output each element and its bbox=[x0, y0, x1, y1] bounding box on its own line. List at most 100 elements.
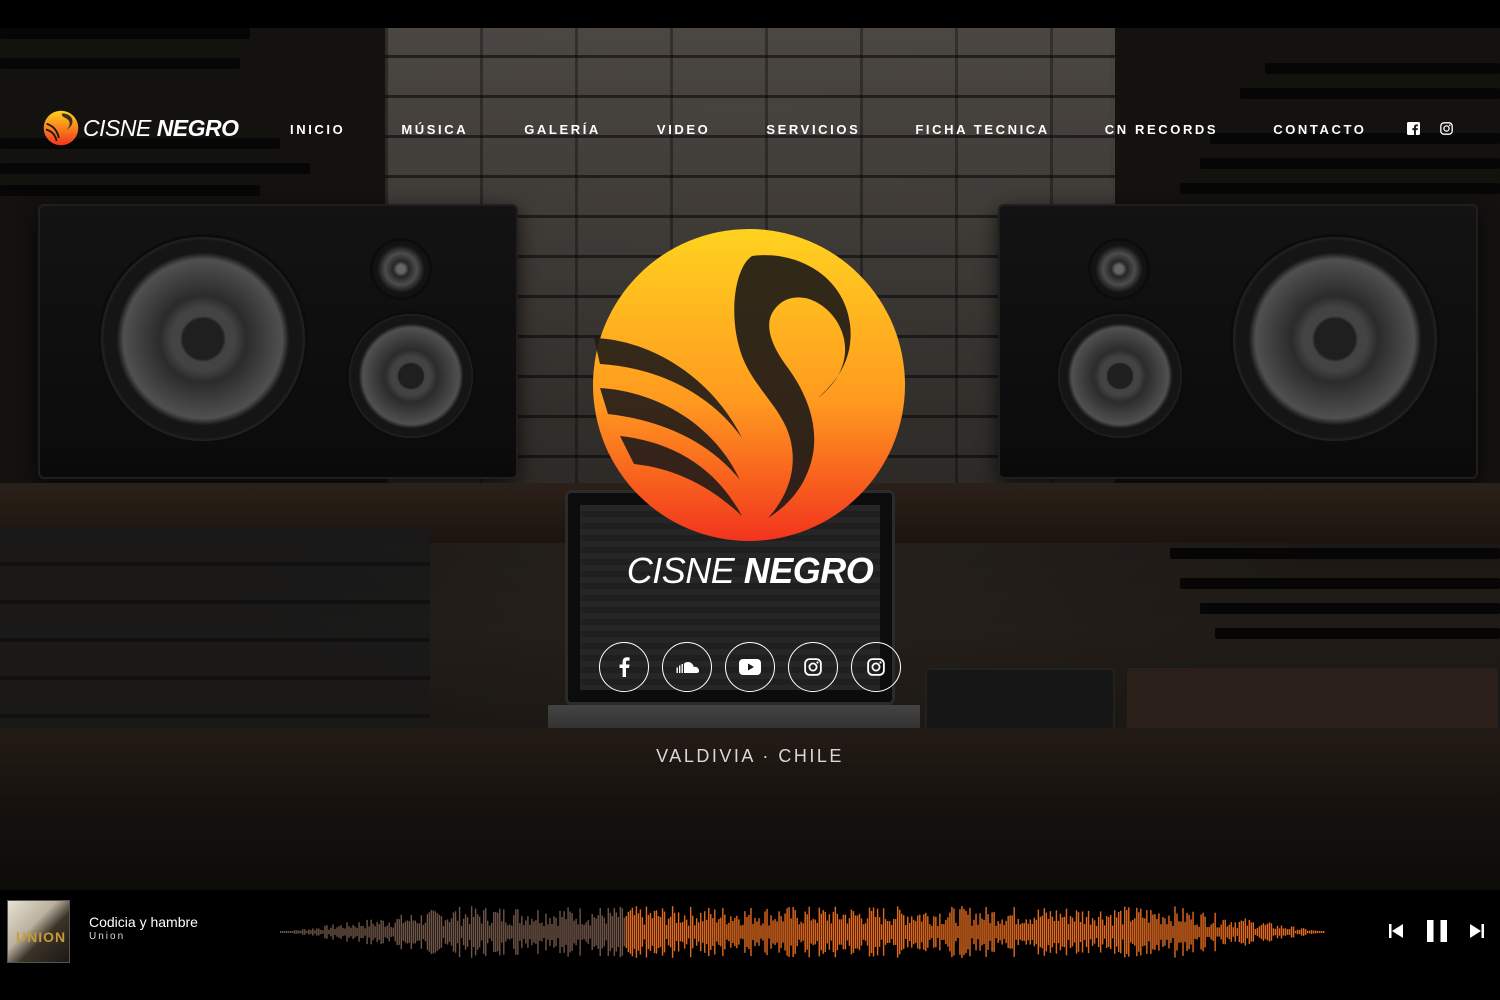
waveform-bar bbox=[645, 906, 648, 958]
waveform-bar bbox=[925, 912, 927, 952]
waveform-bar bbox=[661, 908, 664, 956]
nav-cn-records[interactable]: CN RECORDS bbox=[1105, 122, 1218, 137]
instagram-icon[interactable] bbox=[788, 642, 838, 692]
waveform-bar bbox=[434, 911, 437, 953]
waveform-bar bbox=[424, 922, 427, 942]
waveform-bar bbox=[1154, 914, 1156, 950]
waveform-bar bbox=[1103, 925, 1106, 939]
nav-contacto[interactable]: CONTACTO bbox=[1273, 122, 1366, 137]
waveform-bar bbox=[1069, 916, 1072, 948]
waveform-bar bbox=[1113, 910, 1116, 954]
waveform-bar bbox=[454, 911, 457, 953]
waveform-bar bbox=[1280, 925, 1283, 939]
waveform-bar bbox=[706, 919, 708, 945]
waveform-bar bbox=[872, 907, 875, 957]
pause-icon[interactable] bbox=[1424, 920, 1450, 942]
waveform-bar bbox=[898, 909, 901, 955]
waveform-bar bbox=[754, 917, 756, 947]
waveform-bar bbox=[1023, 923, 1025, 941]
waveform-bar bbox=[418, 923, 421, 941]
waveform-bar bbox=[561, 916, 563, 948]
waveform-bar bbox=[1005, 920, 1007, 944]
waveform-bar bbox=[442, 925, 445, 939]
waveform-bar bbox=[1071, 917, 1074, 947]
waveform-bar bbox=[904, 924, 907, 940]
previous-icon[interactable] bbox=[1387, 920, 1405, 942]
waveform-bar bbox=[949, 912, 951, 952]
waveform-bar bbox=[973, 919, 975, 945]
nav-musica[interactable]: MÚSICA bbox=[401, 122, 468, 137]
waveform-bar bbox=[921, 921, 923, 943]
waveform-bar bbox=[324, 925, 326, 939]
waveform-bar bbox=[472, 916, 475, 948]
waveform-bar bbox=[1057, 920, 1060, 944]
waveform-bar bbox=[1208, 927, 1210, 937]
waveform-bar bbox=[951, 906, 953, 958]
waveform-bar bbox=[482, 910, 485, 954]
album-art[interactable]: UNION bbox=[7, 900, 70, 963]
nav-video[interactable]: VIDEO bbox=[657, 122, 710, 137]
waveform-bar bbox=[344, 928, 346, 936]
waveform-bar bbox=[1061, 917, 1064, 947]
waveform-bar bbox=[1292, 926, 1295, 938]
waveform-bar bbox=[430, 910, 433, 954]
waveform-bar bbox=[1150, 910, 1152, 954]
waveform-bar bbox=[1126, 910, 1128, 954]
waveform-bar bbox=[547, 924, 549, 940]
waveform-bar bbox=[378, 924, 380, 940]
waveform-bar bbox=[1192, 911, 1194, 953]
next-icon[interactable] bbox=[1468, 920, 1486, 942]
instagram-icon[interactable] bbox=[1440, 122, 1453, 135]
waveform-bar bbox=[1294, 930, 1297, 934]
waveform-bar bbox=[943, 924, 945, 940]
waveform-bar bbox=[330, 927, 332, 937]
waveform-bar bbox=[571, 913, 573, 951]
waveform-bar bbox=[503, 909, 505, 955]
waveform-bar bbox=[1138, 912, 1140, 952]
waveform-bar bbox=[834, 906, 837, 958]
waveform-bar bbox=[681, 922, 684, 942]
youtube-icon[interactable] bbox=[725, 642, 775, 692]
waveform-bar bbox=[1035, 919, 1038, 945]
waveform-bar bbox=[1312, 930, 1315, 934]
waveform-bar bbox=[499, 908, 501, 956]
waveform-bar bbox=[1111, 925, 1114, 939]
waveform-bar bbox=[605, 923, 607, 941]
waveform-bar bbox=[342, 927, 344, 937]
waveform-bar bbox=[866, 918, 869, 946]
waveform-bar bbox=[850, 909, 853, 955]
waveform-seekbar[interactable] bbox=[280, 904, 1325, 960]
waveform-bar bbox=[1178, 921, 1180, 943]
waveform-bar bbox=[804, 911, 806, 953]
waveform-bar bbox=[673, 912, 676, 952]
instagram-icon[interactable] bbox=[851, 642, 901, 692]
nav-servicios[interactable]: SERVICIOS bbox=[766, 122, 860, 137]
waveform-bar bbox=[1246, 925, 1249, 939]
waveform-bar bbox=[649, 912, 652, 952]
waveform-bar bbox=[842, 914, 845, 950]
waveform-bar bbox=[416, 923, 419, 941]
waveform-bar bbox=[824, 911, 827, 953]
waveform-bar bbox=[1224, 919, 1226, 945]
waveform-bar bbox=[1244, 918, 1247, 946]
waveform-bar bbox=[971, 925, 973, 939]
nav-galeria[interactable]: GALERÍA bbox=[524, 122, 601, 137]
waveform-bar bbox=[1276, 925, 1279, 939]
waveform-bar bbox=[575, 918, 577, 946]
soundcloud-icon[interactable] bbox=[662, 642, 712, 692]
facebook-icon[interactable] bbox=[599, 642, 649, 692]
hero-social-links bbox=[599, 642, 901, 692]
waveform-bar bbox=[1136, 907, 1138, 957]
brand-logo[interactable]: CISNE NEGRO bbox=[43, 110, 239, 146]
waveform-bar bbox=[1262, 923, 1265, 941]
nav-inicio[interactable]: INICIO bbox=[290, 122, 345, 137]
waveform-bar bbox=[509, 924, 511, 940]
waveform-bar bbox=[718, 919, 720, 945]
nav-ficha-tecnica[interactable]: FICHA TECNICA bbox=[915, 122, 1049, 137]
waveform-bar bbox=[1031, 923, 1034, 941]
waveform-bar bbox=[1132, 919, 1134, 945]
facebook-icon[interactable] bbox=[1407, 122, 1420, 135]
waveform-bar bbox=[764, 911, 766, 953]
waveform-bar bbox=[941, 924, 943, 940]
waveform-bar bbox=[802, 923, 804, 941]
